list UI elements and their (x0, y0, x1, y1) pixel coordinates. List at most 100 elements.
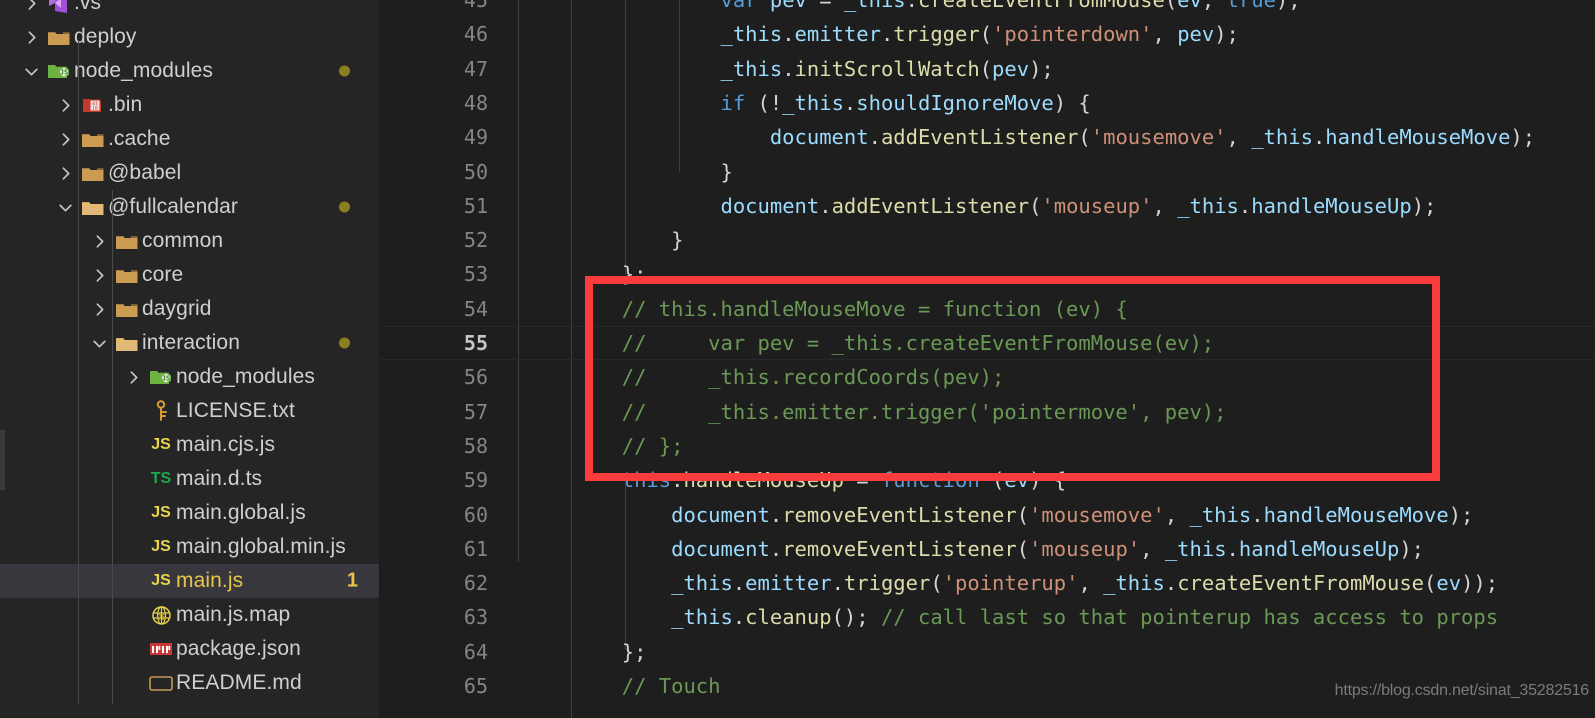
code-token: 'mouseup' (1029, 536, 1141, 561)
chevron-down-icon[interactable] (18, 63, 44, 80)
code-line-63[interactable]: 63 _this.cleanup(); // call last so that… (380, 600, 1595, 634)
code-line-54[interactable]: 54 // this.handleMouseMove = function (e… (380, 292, 1595, 326)
code-token: // Touch (523, 674, 721, 698)
chevron-right-icon[interactable] (86, 301, 112, 318)
code-token: emitter (794, 22, 881, 47)
code-token: 'pointerdown' (992, 22, 1153, 47)
chevron-right-icon[interactable] (86, 267, 112, 284)
code-token: ( (1016, 536, 1030, 561)
code-token: pev (769, 0, 807, 12)
code-token: )); (1461, 571, 1499, 596)
code-line-48[interactable]: 48 if (!_this.shouldIgnoreMove) { (380, 86, 1595, 120)
code-line-50[interactable]: 50 } (380, 155, 1595, 189)
code-line-64[interactable]: 64 }; (380, 635, 1595, 669)
code-token: // call last so that pointerup has acces… (880, 605, 1499, 630)
tree-item--bin[interactable]: 01 10 .bin (0, 88, 380, 122)
code-token: handleMouseUp (1251, 193, 1412, 218)
code-token: addEventListener (831, 193, 1030, 218)
chevron-right-icon[interactable] (52, 97, 78, 114)
js-map-file-icon: JS (146, 605, 176, 626)
code-token: ); (1448, 502, 1474, 527)
tree-item-deploy[interactable]: deploy (0, 20, 380, 54)
tree-item-main-global-min-js[interactable]: JS main.global.min.js (0, 530, 380, 564)
tree-item--cache[interactable]: .cache (0, 122, 380, 156)
tree-item-main-cjs-js[interactable]: JS main.cjs.js (0, 428, 380, 462)
code-line-46[interactable]: 46 _this.emitter.trigger('pointerdown', … (380, 17, 1595, 51)
code-token: initScrollWatch (794, 56, 980, 81)
tree-item-label: main.js (176, 569, 244, 592)
code-line-62[interactable]: 62 _this.emitter.trigger('pointerup', _t… (380, 566, 1595, 600)
code-line-53[interactable]: 53 }; (380, 257, 1595, 291)
line-text: _this.emitter.trigger('pointerdown', pev… (523, 17, 1238, 51)
code-token: . (1238, 193, 1252, 218)
code-line-47[interactable]: 47 _this.initScrollWatch(pev); (380, 52, 1595, 86)
code-line-55[interactable]: 55 // var pev = _this.createEventFromMou… (380, 326, 1595, 361)
tree-item-daygrid[interactable]: daygrid (0, 292, 380, 326)
code-line-51[interactable]: 51 document.addEventListener('mouseup', … (380, 189, 1595, 223)
tree-item-common[interactable]: common (0, 224, 380, 258)
tree-item-license-txt[interactable]: LICENSE.txt (0, 394, 380, 428)
tree-item-label: package.json (176, 637, 301, 660)
tree-item--fullcalendar[interactable]: @fullcalendar (0, 190, 380, 224)
line-text: _this.emitter.trigger('pointerup', _this… (523, 566, 1498, 600)
chevron-right-icon[interactable] (52, 131, 78, 148)
code-line-60[interactable]: 60 document.removeEventListener('mousemo… (380, 498, 1595, 532)
tree-item-main-js[interactable]: JS main.js 1 (0, 564, 380, 598)
code-token: = (843, 468, 881, 493)
code-line-56[interactable]: 56 // _this.recordCoords(pev); (380, 360, 1595, 394)
tree-item--babel[interactable]: @babel (0, 156, 380, 190)
line-number: 45 (463, 0, 488, 12)
code-line-61[interactable]: 61 document.removeEventListener('mouseup… (380, 532, 1595, 566)
line-number: 55 (463, 331, 488, 355)
code-line-59[interactable]: 59 this.handleMouseUp = function (ev) { (380, 463, 1595, 497)
code-token: ( (979, 56, 993, 81)
tree-item-label: main.global.min.js (176, 535, 346, 558)
code-line-52[interactable]: 52 } (380, 223, 1595, 257)
chevron-down-icon[interactable] (52, 199, 78, 216)
code-token: // _this.recordCoords(pev); (523, 365, 1005, 390)
tree-item-label: node_modules (176, 365, 315, 388)
code-line-45[interactable]: 45 var pev = _this.createEventFromMouse(… (380, 0, 1595, 17)
tree-item-label: main.global.js (176, 501, 306, 524)
folder-icon (44, 28, 74, 47)
chevron-right-icon[interactable] (52, 165, 78, 182)
tree-item-readme-md[interactable]: README.md (0, 666, 380, 700)
code-token: // var pev = _this.createEventFromMouse(… (523, 331, 1215, 355)
js-file-icon: JS (151, 538, 171, 555)
line-number: 56 (463, 365, 488, 390)
tree-item-main-global-js[interactable]: JS main.global.js (0, 496, 380, 530)
tree-item-main-d-ts[interactable]: TS main.d.ts (0, 462, 380, 496)
code-token: = (806, 0, 844, 12)
tree-item--vs[interactable]: .vs (0, 0, 380, 20)
tree-item-core[interactable]: core (0, 258, 380, 292)
tree-item-node-modules[interactable]: JS node_modules (0, 54, 380, 88)
line-text: this.handleMouseUp = function (ev) { (523, 463, 1066, 497)
chevron-right-icon[interactable] (18, 29, 44, 46)
line-text: document.addEventListener('mousemove', _… (523, 120, 1535, 154)
line-text: // _this.recordCoords(pev); (523, 360, 1005, 394)
chevron-right-icon[interactable] (120, 369, 146, 386)
code-token: var (720, 0, 758, 12)
code-token: , (1078, 571, 1104, 596)
code-token: . (1251, 502, 1264, 527)
code-token: _this (671, 605, 733, 630)
code-line-57[interactable]: 57 // _this.emitter.trigger('pointermove… (380, 395, 1595, 429)
code-line-58[interactable]: 58 // }; (380, 429, 1595, 463)
editor-pane[interactable]: 45 var pev = _this.createEventFromMouse(… (380, 0, 1595, 718)
chevron-down-icon[interactable] (86, 335, 112, 352)
code-token: }; (523, 639, 647, 664)
tree-item-label: .vs (74, 0, 102, 14)
tree-item-node-modules[interactable]: JS node_modules (0, 360, 380, 394)
tree-item-package-json[interactable]: package.json (0, 632, 380, 666)
tree-item-main-js-map[interactable]: JS main.js.map (0, 598, 380, 632)
tree-item-interaction[interactable]: interaction (0, 326, 380, 360)
chevron-right-icon[interactable] (86, 233, 112, 250)
code-token: ev (1436, 571, 1462, 596)
code-token: ( (979, 468, 1005, 493)
chevron-right-icon[interactable] (18, 0, 44, 12)
code-line-49[interactable]: 49 document.addEventListener('mousemove'… (380, 120, 1595, 154)
line-number: 58 (463, 433, 488, 458)
